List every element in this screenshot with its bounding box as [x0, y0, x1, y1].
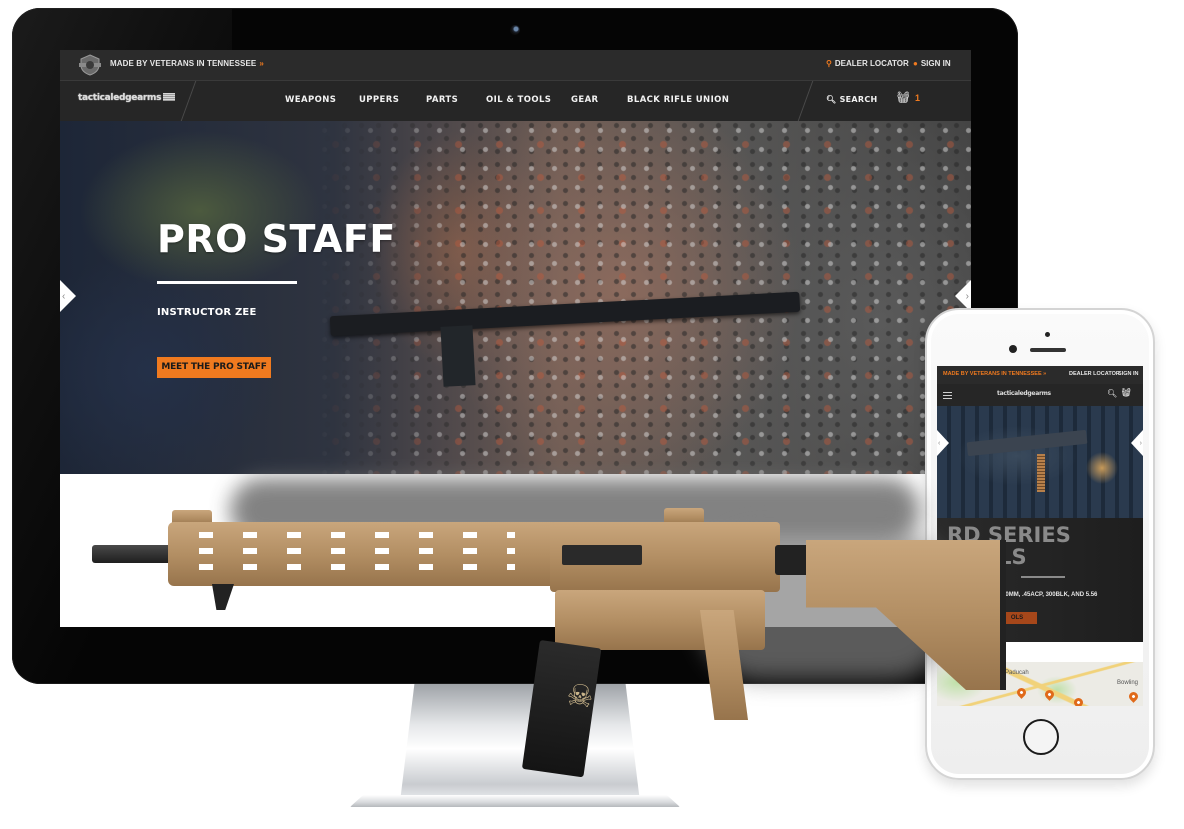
mobile-hero-subtitle-text: 10MM, .45ACP, 300BLK, AND 5.56: [1002, 592, 1098, 598]
nav-divider: [180, 81, 197, 121]
hero-divider: [157, 281, 297, 284]
pin-icon: ⚲: [826, 59, 832, 68]
mobile-cta-label: OLS: [1010, 615, 1024, 621]
map-label-paducah: Paducah: [1005, 670, 1029, 676]
pistol-magazine-image: [1037, 454, 1045, 492]
us-flag-icon: [163, 93, 176, 101]
hero-title: PRO STAFF: [157, 217, 396, 261]
brand-logo[interactable]: tacticaledgearms: [78, 93, 176, 103]
main-nav: tacticaledgearms WEAPONS UPPERS PARTS OI…: [60, 81, 971, 121]
hamburger-icon[interactable]: [943, 392, 952, 399]
phone-sensor: [1045, 332, 1050, 337]
mobile-slider-prev[interactable]: ‹: [937, 430, 949, 456]
search-icon[interactable]: 🔍︎: [1107, 389, 1117, 398]
chevron-left-icon: ‹: [938, 439, 941, 447]
cart-count: 1: [915, 93, 921, 103]
utility-bar: MADE BY VETERANS IN TENNESSEE» ⚲ DEALER L…: [60, 50, 971, 81]
hero-magazine-image: [440, 325, 476, 387]
mobile-hero-content: RD SERIES LS 10MM, .45ACP, 300BLK, AND 5…: [937, 518, 1143, 642]
basket-icon[interactable]: 🧺︎: [896, 91, 910, 104]
mobile-veterans-tagline[interactable]: MADE BY VETERANS IN TENNESSEE »: [943, 371, 1046, 377]
sign-in-label: SIGN IN: [920, 59, 951, 68]
chevron-right-icon: ›: [1139, 439, 1142, 447]
hero-background-image: [60, 121, 971, 474]
search-label: SEARCH: [839, 95, 878, 104]
meet-pro-staff-button[interactable]: MEET THE PRO STAFF: [157, 357, 271, 378]
desktop-screen: MADE BY VETERANS IN TENNESSEE» ⚲ DEALER L…: [60, 50, 971, 627]
mobile-brand-logo[interactable]: tacticaledgearms: [997, 390, 1051, 397]
nav-weapons[interactable]: WEAPONS: [285, 95, 336, 105]
monitor-stand-base: [350, 795, 680, 807]
phone-home-button: [1023, 719, 1059, 755]
nav-parts[interactable]: PARTS: [426, 95, 458, 105]
chevron-left-icon: ‹: [62, 290, 66, 302]
veterans-badge-icon: [79, 54, 101, 76]
nav-divider: [797, 81, 814, 121]
search-button[interactable]: 🔍︎ SEARCH: [826, 95, 878, 104]
chevron-right-icon: »: [259, 59, 264, 68]
veterans-tagline-link[interactable]: MADE BY VETERANS IN TENNESSEE»: [110, 59, 264, 68]
mobile-hero-cta-button[interactable]: OLS: [967, 612, 1037, 624]
map-pin-icon[interactable]: [1127, 690, 1140, 703]
mobile-hero-divider: [1021, 576, 1065, 578]
user-icon: ●: [913, 59, 918, 68]
mobile-dealer-locator-link[interactable]: DEALER LOCATOR: [1069, 371, 1120, 377]
mobile-hero-title: RD SERIES LS: [947, 523, 1071, 569]
map-pin-icon[interactable]: [1015, 686, 1028, 699]
sign-in-link[interactable]: ● SIGN IN: [913, 59, 951, 68]
mobile-hero-subtitle: 10MM, .45ACP, 300BLK, AND 5.56: [957, 592, 1097, 598]
monitor-stand: [400, 684, 640, 802]
search-icon: 🔍︎: [826, 95, 837, 104]
phone-earpiece: [1030, 348, 1066, 352]
map-label-bowling: Bowling: [1117, 680, 1139, 686]
map-pin-icon[interactable]: [1072, 696, 1085, 706]
dealer-locator-label: DEALER LOCATOR: [834, 59, 909, 68]
map-pin-icon[interactable]: [1043, 688, 1056, 701]
hero-subtitle: INSTRUCTOR ZEE: [157, 307, 257, 318]
mobile-hero-image: ‹ ›: [937, 406, 1143, 518]
phone-camera-icon: [1009, 345, 1017, 353]
nav-gear[interactable]: GEAR: [571, 95, 599, 105]
nav-uppers[interactable]: UPPERS: [359, 95, 399, 105]
mobile-utility-bar: MADE BY VETERANS IN TENNESSEE » DEALER L…: [937, 366, 1143, 384]
mobile-nav: tacticaledgearms 🔍︎ 🧺︎: [937, 384, 1143, 406]
dealer-locator-link[interactable]: ⚲ DEALER LOCATOR: [826, 59, 909, 68]
mobile-phone: MADE BY VETERANS IN TENNESSEE » DEALER L…: [925, 308, 1155, 780]
chevron-right-icon: ›: [965, 290, 969, 302]
dealer-map[interactable]: Paducah Bowling: [937, 662, 1143, 706]
tagline-text: MADE BY VETERANS IN TENNESSEE: [110, 59, 257, 68]
nav-black-rifle-union[interactable]: BLACK RIFLE UNION: [627, 95, 729, 105]
mobile-slider-next[interactable]: ›: [1131, 430, 1143, 456]
webcam-icon: [510, 25, 520, 35]
brand-logo-text: tacticaledgearms: [78, 93, 162, 103]
basket-icon[interactable]: 🧺︎: [1121, 388, 1131, 397]
nav-oil-tools[interactable]: OIL & TOOLS: [486, 95, 551, 105]
pistol-image: [966, 429, 1088, 457]
hero-slider: PRO STAFF INSTRUCTOR ZEE MEET THE PRO ST…: [60, 121, 971, 474]
mobile-sign-in-link[interactable]: SIGN IN: [1118, 371, 1138, 377]
mobile-screen: MADE BY VETERANS IN TENNESSEE » DEALER L…: [937, 366, 1143, 706]
